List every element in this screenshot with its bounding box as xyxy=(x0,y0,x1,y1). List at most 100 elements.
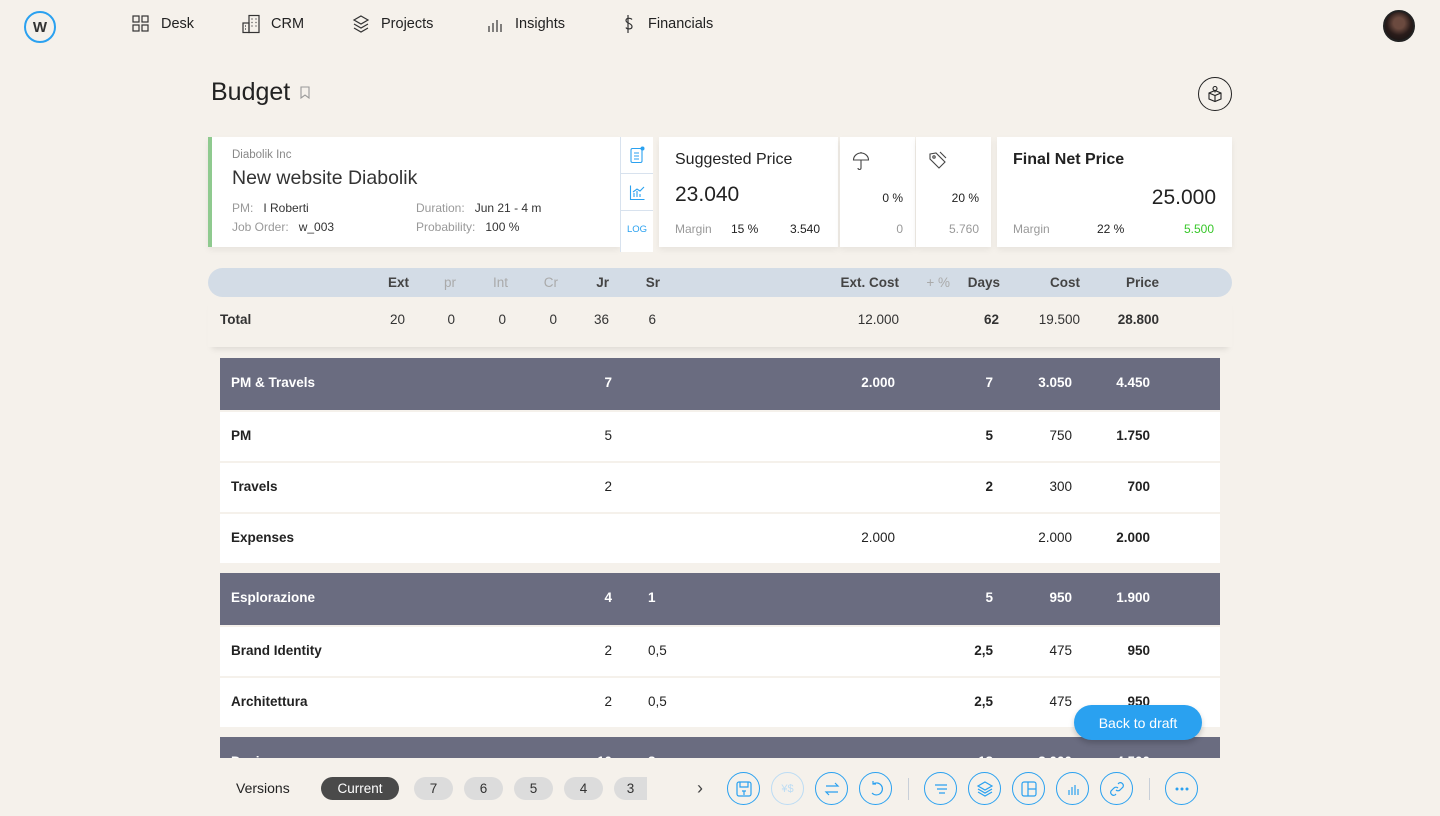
row-name: PM xyxy=(231,428,252,443)
swap-button[interactable] xyxy=(815,772,848,805)
row-price: 2.000 xyxy=(1116,530,1150,545)
job-order-field: Job Order: w_003 xyxy=(232,220,334,234)
layers-icon xyxy=(976,780,993,797)
trend-chart-icon xyxy=(629,185,644,200)
row-name: Esplorazione xyxy=(231,590,316,605)
risk-amount: 0 xyxy=(896,222,903,236)
person-box-icon xyxy=(1208,85,1222,103)
nav-label: CRM xyxy=(271,16,305,32)
row-name: Design xyxy=(231,754,276,758)
final-net-price-value[interactable]: 25.000 xyxy=(1152,186,1216,210)
row-price: 700 xyxy=(1127,479,1150,494)
total-pr: 0 xyxy=(447,312,455,327)
job-order-value: w_003 xyxy=(298,220,335,234)
swap-arrows-icon xyxy=(824,782,839,795)
version-chip[interactable]: 7 xyxy=(414,777,453,800)
group-row[interactable]: Design 10 8 18 3.000 4.500 xyxy=(220,737,1220,758)
nav-label: Insights xyxy=(515,16,565,32)
col-cr: Cr xyxy=(543,275,558,290)
nav-item-desk[interactable]: Desk xyxy=(131,14,194,34)
item-row[interactable]: Expenses 2.000 2.000 2.000 xyxy=(220,514,1220,563)
nav-label: Financials xyxy=(648,16,714,32)
row-sr: 0,5 xyxy=(648,694,667,709)
version-chip[interactable]: 3 xyxy=(614,777,647,800)
row-sr: 1 xyxy=(648,590,656,605)
pm-value: I Roberti xyxy=(263,201,309,215)
probability-value: 100 % xyxy=(485,220,520,234)
link-button[interactable] xyxy=(1100,772,1133,805)
chevron-right-icon[interactable]: › xyxy=(697,778,703,799)
row-name: Travels xyxy=(231,479,278,494)
risk-percent: 0 % xyxy=(882,191,903,205)
row-jr: 4 xyxy=(604,590,612,605)
discount-card[interactable]: 20 % 5.760 xyxy=(916,137,991,247)
risk-card[interactable]: 0 % 0 xyxy=(840,137,915,247)
col-cost: Cost xyxy=(1050,275,1080,290)
nav-item-financials[interactable]: Financials xyxy=(618,14,713,34)
back-to-draft-button[interactable]: Back to draft xyxy=(1074,705,1202,740)
client-name: Diabolik Inc xyxy=(232,149,292,161)
row-jr: 10 xyxy=(597,754,612,758)
item-row[interactable]: Travels 2 2 300 700 xyxy=(220,463,1220,512)
margin-label: Margin xyxy=(1013,222,1050,236)
total-price: 28.800 xyxy=(1117,312,1159,327)
user-avatar[interactable] xyxy=(1383,10,1415,42)
layout-button[interactable] xyxy=(1012,772,1045,805)
row-price: 1.900 xyxy=(1116,590,1150,605)
app-logo[interactable]: W xyxy=(24,11,56,43)
more-button[interactable] xyxy=(1165,772,1198,805)
log-button[interactable]: LOG xyxy=(621,211,653,248)
margin-percent: 15 % xyxy=(731,222,759,236)
nav-item-projects[interactable]: Projects xyxy=(351,14,433,34)
row-cost: 475 xyxy=(1049,694,1072,709)
total-label: Total xyxy=(220,312,252,327)
toolbar-divider xyxy=(1149,778,1150,800)
layers-button[interactable] xyxy=(968,772,1001,805)
row-price: 950 xyxy=(1127,643,1150,658)
total-jr: 36 xyxy=(593,312,609,327)
probability-field: Probability: 100 % xyxy=(416,220,519,234)
stats-button[interactable] xyxy=(621,174,653,211)
row-cost: 300 xyxy=(1049,479,1072,494)
version-chip[interactable]: 6 xyxy=(464,777,503,800)
col-days: Days xyxy=(967,275,1000,290)
row-ext-cost: 2.000 xyxy=(861,530,895,545)
version-chip-current[interactable]: Current xyxy=(321,777,399,800)
item-row[interactable]: PM 5 5 750 1.750 xyxy=(220,412,1220,461)
item-row[interactable]: Architettura 2 0,5 2,5 475 950 xyxy=(220,678,1220,727)
undo-button[interactable] xyxy=(859,772,892,805)
row-sr: 8 xyxy=(648,754,656,758)
row-jr: 7 xyxy=(604,375,612,390)
project-card: Diabolik Inc New website Diabolik PM: I R… xyxy=(208,137,620,247)
col-jr: Jr xyxy=(596,275,609,290)
notes-button[interactable] xyxy=(621,137,653,174)
row-sr: 0,5 xyxy=(648,643,667,658)
nav-item-crm[interactable]: CRM xyxy=(241,14,304,34)
total-cost: 19.500 xyxy=(1038,312,1080,327)
chart-button[interactable] xyxy=(1056,772,1089,805)
total-row: Total 20 0 0 0 36 6 12.000 62 19.500 28.… xyxy=(208,297,1232,347)
nav-item-insights[interactable]: Insights xyxy=(485,14,565,34)
row-cost: 475 xyxy=(1049,643,1072,658)
item-row[interactable]: Brand Identity 2 0,5 2,5 475 950 xyxy=(220,627,1220,676)
save-icon xyxy=(735,780,752,797)
save-button[interactable] xyxy=(727,772,760,805)
currency-button[interactable]: ¥$ xyxy=(771,772,804,805)
nav-label: Desk xyxy=(161,16,195,32)
group-row[interactable]: Esplorazione 4 1 5 950 1.900 xyxy=(220,573,1220,625)
budget-rows: PM & Travels 7 2.000 7 3.050 4.450 PM 5 5 750 1.75… xyxy=(220,358,1220,758)
layers-icon xyxy=(352,15,370,33)
row-cost: 3.000 xyxy=(1038,754,1072,758)
versions-label: Versions xyxy=(236,780,290,796)
client-box-button[interactable] xyxy=(1198,77,1232,111)
group-row[interactable]: PM & Travels 7 2.000 7 3.050 4.450 xyxy=(220,358,1220,410)
currency-icon: ¥$ xyxy=(781,782,794,795)
version-chip[interactable]: 4 xyxy=(564,777,603,800)
version-chip[interactable]: 5 xyxy=(514,777,553,800)
duration-field: Duration: Jun 21 - 4 m xyxy=(416,201,541,215)
margin-amount: 3.540 xyxy=(789,222,820,236)
filter-button[interactable] xyxy=(924,772,957,805)
bookmark-icon[interactable] xyxy=(300,86,310,99)
layout-panels-icon xyxy=(1020,780,1037,797)
building-icon xyxy=(242,14,260,34)
